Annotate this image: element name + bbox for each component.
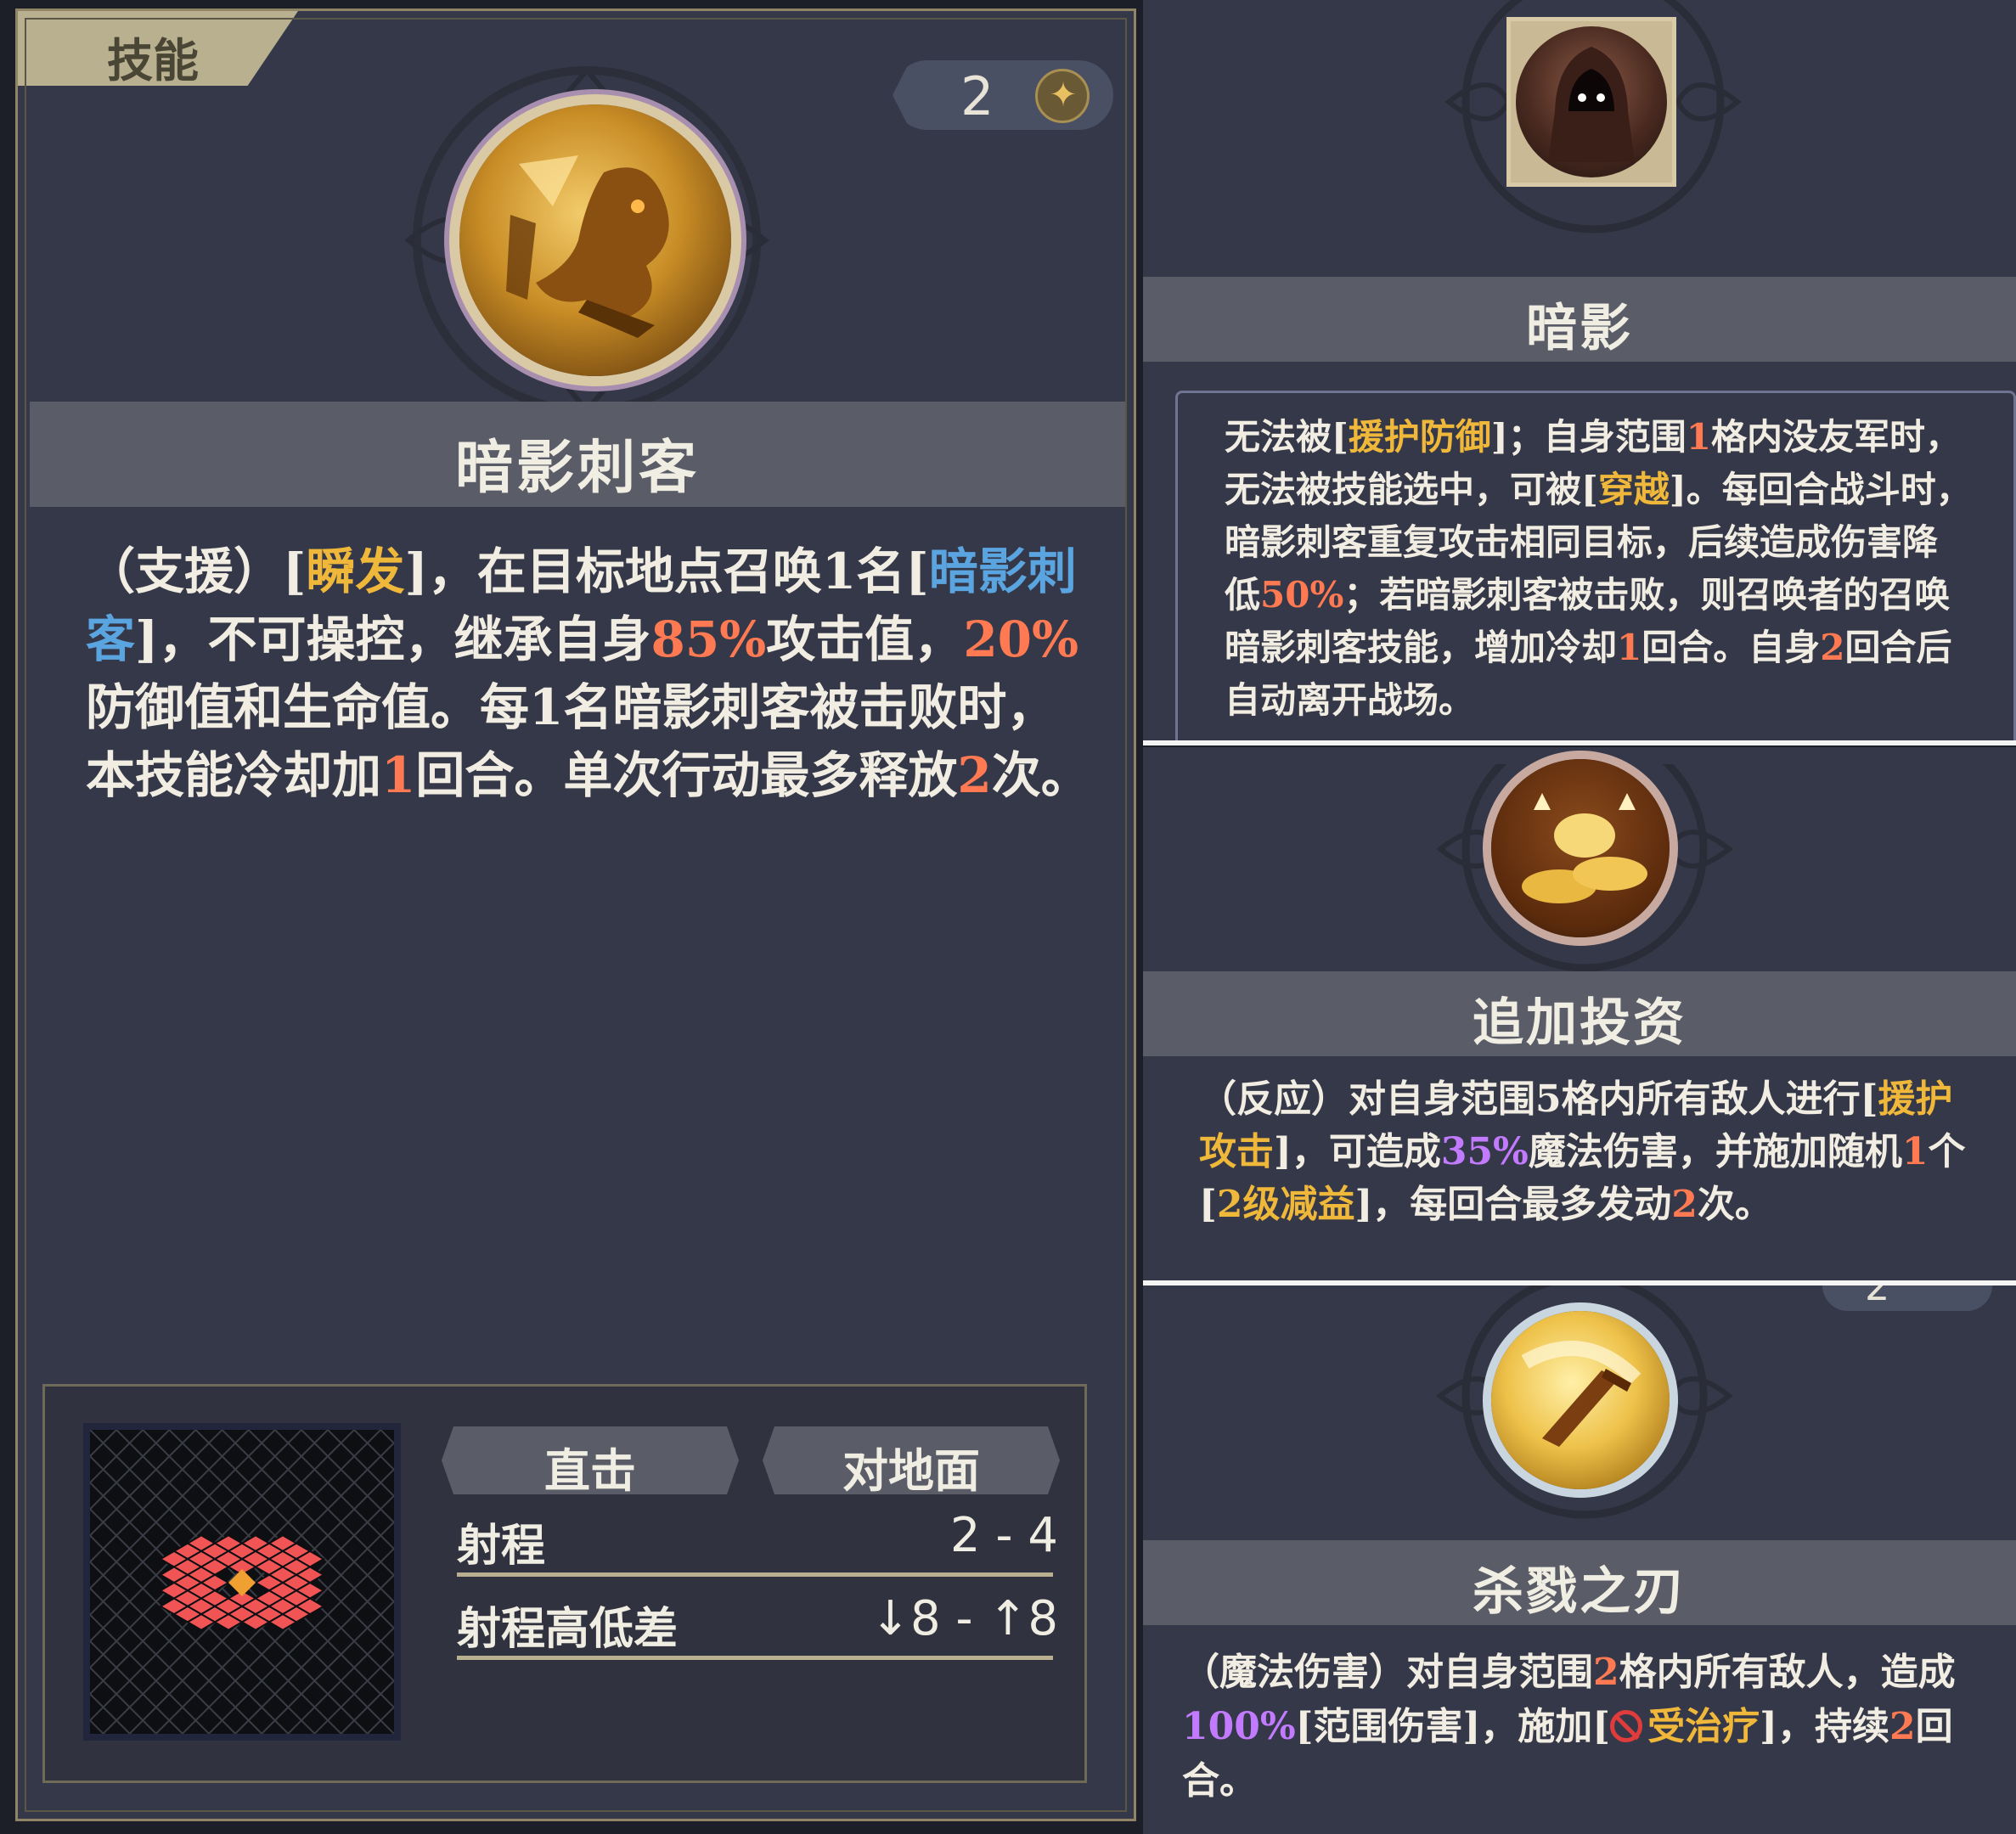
tag-direct-hit-label: 直击 <box>544 1444 636 1498</box>
value-magic-damage: 35% <box>1440 1130 1529 1173</box>
skill-title-band: 暗影刺客 <box>30 402 1125 507</box>
star-gem-icon: ✦ <box>1035 69 1090 123</box>
slaughter-blade-panel: 2 杀戮之刃 （魔法伤害）对自身范围2格内所有敌人，造成100%[范围伤害]，施… <box>1143 1285 2016 1834</box>
tag-ground-target-label: 对地面 <box>842 1444 980 1498</box>
slaughter-blade-name: 杀戮之刃 <box>1473 1562 1687 1622</box>
skill-count-value: 2 <box>1865 1285 1890 1309</box>
desc-text: （魔法伤害）对自身范围 <box>1182 1651 1593 1694</box>
value-cooldown: 1 <box>1617 627 1642 668</box>
keyword-pass-through[interactable]: 穿越 <box>1598 469 1670 510</box>
shadow-title-band: 暗影 <box>1143 277 2016 362</box>
extra-investment-name: 追加投资 <box>1473 993 1687 1053</box>
desc-text: 格内所有敌人，造成 <box>1619 1651 1956 1694</box>
value-max-casts: 2 <box>957 746 992 804</box>
value-damage-reduction: 50% <box>1260 574 1344 616</box>
desc-text: 回合。单次行动最多释放 <box>415 746 958 804</box>
gold-coins-icon[interactable] <box>1491 759 1670 937</box>
desc-text: 无法被[ <box>1225 416 1349 458</box>
desc-text: [范围伤害]，施加[ <box>1295 1705 1611 1748</box>
value-duration: 2 <box>1820 627 1845 668</box>
desc-text: （反应）对自身范围5格内所有敌人进行[ <box>1199 1077 1878 1121</box>
slaughter-blade-description: （魔法伤害）对自身范围2格内所有敌人，造成100%[范围伤害]，施加[受治疗]，… <box>1182 1646 1997 1809</box>
range-divider <box>457 1572 1053 1577</box>
keyword-guard-defense[interactable]: 援护防御 <box>1349 416 1491 458</box>
tag-ground-target: 对地面 <box>763 1426 1060 1494</box>
value-debuff-count: 1 <box>1901 1130 1929 1173</box>
desc-text: ]，在目标地点召唤1名[ <box>404 543 929 600</box>
desc-text: ]，持续 <box>1760 1705 1889 1748</box>
skill-count-badge: 2 ✦ <box>893 60 1113 130</box>
range-grid-icon <box>90 1430 394 1734</box>
shadow-assassin-skill-icon[interactable] <box>459 104 731 376</box>
extra-investment-panel: 追加投资 （反应）对自身范围5格内所有敌人进行[援护攻击]，可造成35%魔法伤害… <box>1143 747 2016 1280</box>
tag-direct-hit: 直击 <box>442 1426 739 1494</box>
desc-text: 回合。自身 <box>1642 627 1821 668</box>
desc-text: 次。 <box>991 746 1090 804</box>
value-cooldown: 1 <box>381 746 416 804</box>
skill-name: 暗影刺客 <box>454 435 700 502</box>
value-attack-percent: 85% <box>650 610 767 668</box>
keyword-receive-healing[interactable]: 受治疗 <box>1647 1705 1760 1748</box>
height-diff-label: 射程高低差 <box>457 1604 679 1655</box>
value-defense-percent: 20% <box>963 610 1079 668</box>
value-range: 1 <box>1686 416 1711 458</box>
desc-text: ]，每回合最多发动 <box>1354 1183 1672 1226</box>
shadow-hood-icon[interactable] <box>1506 17 1676 187</box>
desc-text: ]，不可操控，继承自身 <box>135 610 651 668</box>
keyword-level2-debuff[interactable]: 2级减益 <box>1217 1183 1355 1226</box>
value-max-triggers: 2 <box>1671 1183 1698 1226</box>
range-label: 射程 <box>457 1521 546 1572</box>
skill-description: （支援）[瞬发]，在目标地点召唤1名[暗影刺客]，不可操控，继承自身85%攻击值… <box>86 537 1096 809</box>
desc-text: ]；自身范围 <box>1490 416 1687 458</box>
desc-text: 次。 <box>1697 1183 1772 1226</box>
desc-text: 攻击值， <box>766 610 964 668</box>
skill-count-value: 2 <box>960 65 994 127</box>
desc-text: 魔法伤害，并施加随机 <box>1528 1130 1902 1173</box>
keyword-instant[interactable]: 瞬发 <box>306 543 404 600</box>
desc-text: （支援）[ <box>86 543 307 600</box>
skills-tab[interactable]: 技能 <box>18 11 298 86</box>
no-heal-icon <box>1610 1710 1643 1742</box>
desc-text: ]，可造成 <box>1274 1130 1441 1173</box>
value-duration: 2 <box>1889 1705 1916 1748</box>
extra-investment-title-band: 追加投资 <box>1143 971 2016 1056</box>
height-diff-divider <box>457 1656 1053 1660</box>
slaughter-blade-title-band: 杀戮之刃 <box>1143 1540 2016 1625</box>
blade-skill-icon[interactable] <box>1491 1311 1670 1489</box>
range-grid-preview <box>83 1423 401 1741</box>
value-aoe-damage: 100% <box>1182 1705 1296 1748</box>
range-value: 2 - 4 <box>949 1508 1058 1563</box>
shadow-description: 无法被[援护防御]；自身范围1格内没友军时，无法被技能选中，可被[穿越]。每回合… <box>1225 411 1972 727</box>
height-diff-value: ↓8 - ↑8 <box>870 1591 1058 1646</box>
value-range: 2 <box>1593 1651 1619 1694</box>
shadow-summon-panel: 暗影 无法被[援护防御]；自身范围1格内没友军时，无法被技能选中，可被[穿越]。… <box>1143 0 2016 740</box>
skills-tab-label: 技能 <box>107 34 199 87</box>
skill-count-badge: 2 <box>1822 1285 1992 1311</box>
shadow-name: 暗影 <box>1526 299 1633 358</box>
extra-investment-description: （反应）对自身范围5格内所有敌人进行[援护攻击]，可造成35%魔法伤害，并施加随… <box>1199 1073 1980 1231</box>
panel-separator <box>1143 740 2016 745</box>
